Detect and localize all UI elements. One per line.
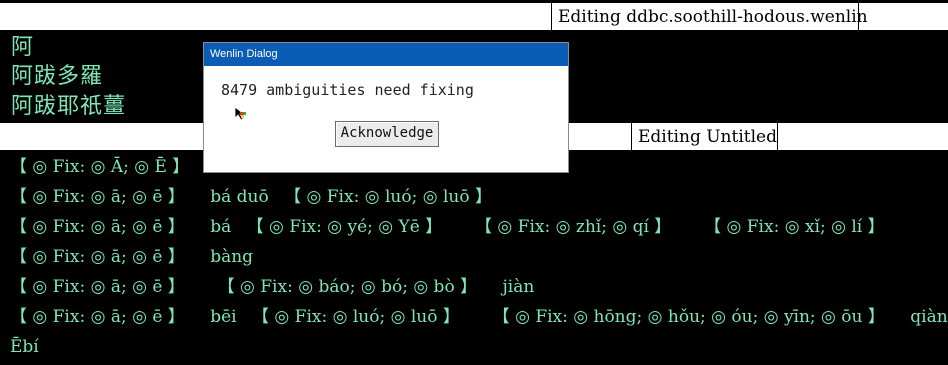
fix-choice[interactable]: 【 ◎ Fix: ◎ luó; ◎ luō 】 [252,302,460,332]
wenlin-dialog: Wenlin Dialog 8479 ambiguities need fixi… [203,42,569,173]
fix-choice[interactable]: 【 ◎ Fix: ◎ zhǐ; ◎ qí 】 [475,212,671,242]
pinyin-line: 【 ◎ Fix: ◎ ā; ◎ ē 】 bá duō 【 ◎ Fix: ◎ lu… [10,182,492,212]
pinyin-line: 【 ◎ Fix: ◎ ā; ◎ ē 】 【 ◎ Fix: ◎ báo; ◎ bó… [10,272,544,302]
pinyin-word: qiàn [910,307,948,327]
pinyin-word: Ēbí [10,337,39,357]
pinyin-line: Ēbí [10,332,49,362]
acknowledge-button[interactable]: Acknowledge [335,121,439,147]
window-title-untitled[interactable]: Editing Untitled [631,123,778,150]
fix-choice[interactable]: 【 ◎ Fix: ◎ hōng; ◎ hǒu; ◎ óu; ◎ yīn; ◎ ō… [493,302,885,332]
fix-choice[interactable]: 【 ◎ Fix: ◎ xǐ; ◎ lí 】 [704,212,885,242]
hanzi-line: 阿跋耶祇薑 [11,94,127,119]
fix-choice[interactable]: 【 ◎ Fix: ◎ ā; ◎ ē 】 [10,302,185,332]
pinyin-word: bàng [210,247,254,267]
window-title-ddbc[interactable]: Editing ddbc.soothill-hodous.wenlin [551,3,868,30]
pinyin-line: 【 ◎ Fix: ◎ ā; ◎ ē 】 bēi 【 ◎ Fix: ◎ luó; … [10,302,948,332]
hanzi-line: 阿跋多羅 [11,64,104,89]
fix-choice[interactable]: 【 ◎ Fix: ◎ ā; ◎ ē 】 [10,182,185,212]
fix-choice[interactable]: 【 ◎ Fix: ◎ yé; ◎ Yē 】 [247,212,443,242]
hanzi-line: 阿 [11,35,35,60]
fix-choice[interactable]: 【 ◎ Fix: ◎ ā; ◎ ē 】 [10,212,185,242]
fix-choice[interactable]: 【 ◎ Fix: ◎ luó; ◎ luō 】 [284,182,492,212]
fix-choice[interactable]: 【 ◎ Fix: ◎ ā; ◎ ē 】 [10,272,185,302]
fix-choice[interactable]: 【 ◎ Fix: ◎ báo; ◎ bó; ◎ bò 】 [218,272,477,302]
arrow-cursor-icon [234,106,250,122]
pinyin-word: bēi [210,307,237,327]
top-window-titlebar: Editing ddbc.soothill-hodous.wenlin [0,2,948,31]
pinyin-word: jiàn [502,277,535,297]
pinyin-word: bá [210,217,232,237]
pinyin-line: 【 ◎ Fix: ◎ ā; ◎ ē 】 bá 【 ◎ Fix: ◎ yé; ◎ … [10,212,885,242]
pinyin-line: 【 ◎ Fix: ◎ Ā; ◎ Ē 】 [10,152,189,182]
fix-choice[interactable]: 【 ◎ Fix: ◎ Ā; ◎ Ē 】 [10,152,189,182]
pinyin-word: bá duō [210,187,269,207]
pinyin-line: 【 ◎ Fix: ◎ ā; ◎ ē 】 bàng [10,242,263,272]
dialog-title: Wenlin Dialog [204,43,568,66]
dialog-message: 8479 ambiguities need fixing [221,81,474,99]
fix-choice[interactable]: 【 ◎ Fix: ◎ ā; ◎ ē 】 [10,242,185,272]
